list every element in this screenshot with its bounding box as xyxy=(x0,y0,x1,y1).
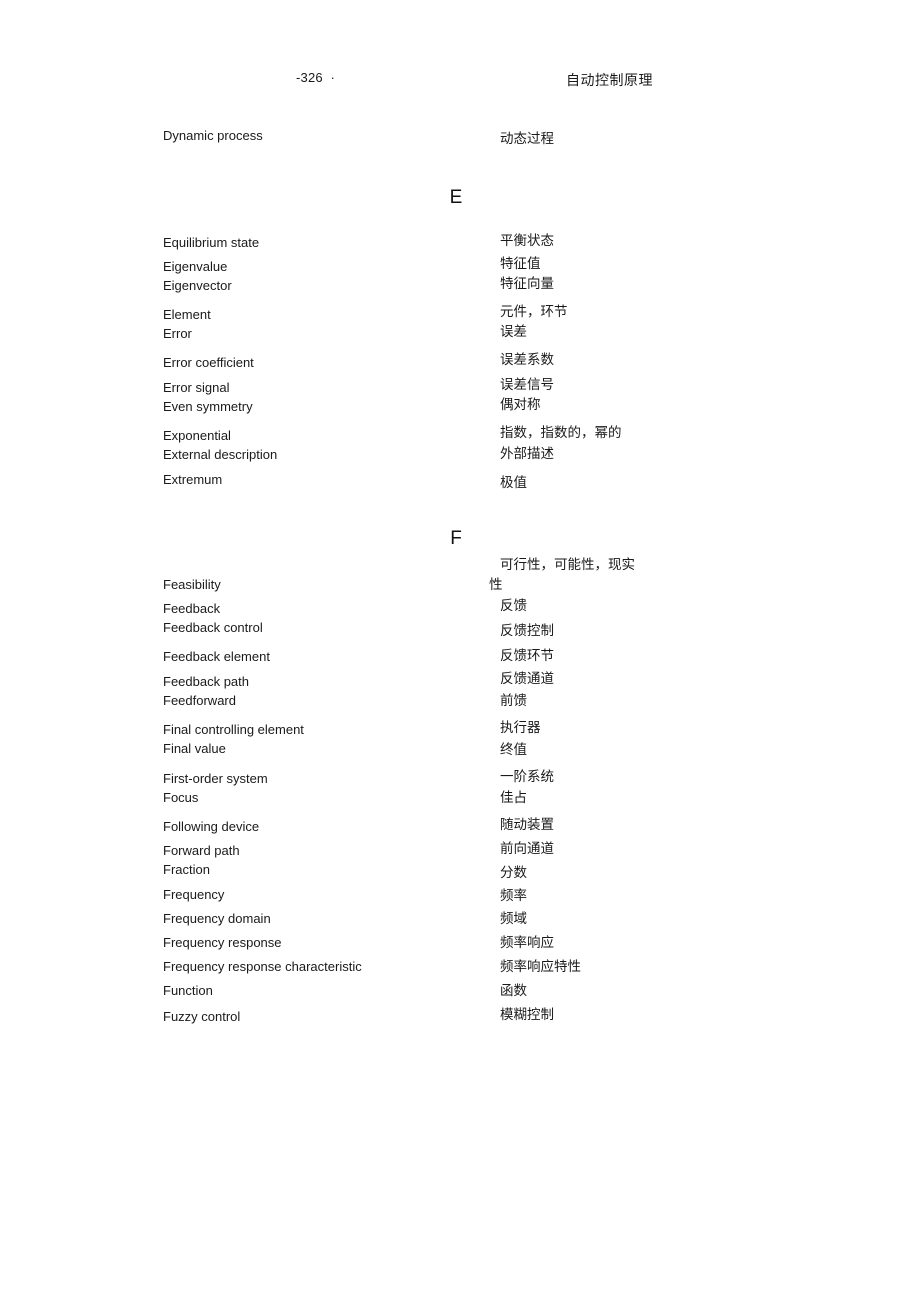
term-chinese-feedforward: 前馈 xyxy=(500,693,527,708)
term-chinese-extremum: 极值 xyxy=(500,475,527,490)
term-chinese-forward-path: 前向通道 xyxy=(500,841,554,856)
term-english-eigenvector: Eigenvector xyxy=(163,278,232,293)
term-chinese-error: 误差 xyxy=(500,324,527,339)
running-head-title: 自动控制原理 xyxy=(566,72,653,88)
term-english-following-device: Following device xyxy=(163,819,260,834)
term-chinese-function: 函数 xyxy=(500,983,527,998)
term-english-error-signal: Error signal xyxy=(163,380,230,395)
term-chinese-frequency-response-characteristic: 频率响应特性 xyxy=(500,959,581,974)
term-english-frequency-domain: Frequency domain xyxy=(163,911,271,926)
term-english-feedback-element: Feedback element xyxy=(163,649,270,664)
term-chinese-first-order-system: 一阶系统 xyxy=(500,769,554,784)
term-english-final-value: Final value xyxy=(163,741,226,756)
term-chinese-fuzzy-control: 模糊控制 xyxy=(500,1007,554,1022)
term-english-feedback: Feedback xyxy=(163,601,221,616)
term-english-final-controlling-element: Final controlling element xyxy=(163,722,304,737)
term-english-element: Element xyxy=(163,307,211,322)
term-chinese-feedback-path: 反馈通道 xyxy=(500,671,554,686)
section-letter-f: F xyxy=(450,528,462,549)
page-folio: -326 · xyxy=(296,70,335,85)
term-english-feedback-path: Feedback path xyxy=(163,674,250,689)
term-english-frequency-response: Frequency response xyxy=(163,935,282,950)
term-chinese-feedback-control: 反馈控制 xyxy=(500,623,554,638)
term-chinese-eigenvector: 特征向量 xyxy=(500,276,554,291)
term-chinese-final-value: 终值 xyxy=(500,742,527,757)
term-english-extremum: Extremum xyxy=(163,472,223,487)
term-chinese-exponential: 指数，指数的，幂的 xyxy=(500,425,622,440)
term-chinese-frequency: 频率 xyxy=(500,888,527,903)
term-chinese-feedback-element: 反馈环节 xyxy=(500,648,554,663)
term-chinese-feedback: 反馈 xyxy=(500,598,527,613)
term-english-forward-path: Forward path xyxy=(163,843,240,858)
term-chinese-even-symmetry: 偶对称 xyxy=(500,397,541,412)
term-english-eigenvalue: Eigenvalue xyxy=(163,259,228,274)
section-letter-e: E xyxy=(449,187,463,208)
term-chinese-frequency-response: 频率响应 xyxy=(500,935,554,950)
term-chinese-final-controlling-element: 执行器 xyxy=(500,720,541,735)
term-english-error-coefficient: Error coefficient xyxy=(163,355,254,370)
term-english-even-symmetry: Even symmetry xyxy=(163,399,253,414)
term-english-feasibility: Feasibility xyxy=(163,577,221,592)
glossary-page: -326 · 自动控制原理 Dynamic process 动态过程 E Equili… xyxy=(0,0,920,1304)
term-english-feedback-control: Feedback control xyxy=(163,620,263,635)
term-english-external-description: External description xyxy=(163,447,278,462)
term-english-error: Error xyxy=(163,326,192,341)
term-chinese-eigenvalue: 特征值 xyxy=(500,256,541,271)
term-english-fuzzy-control: Fuzzy control xyxy=(163,1009,241,1024)
term-chinese-feasibility: 可行性，可能性，现实 xyxy=(500,557,635,572)
term-english-dynamic-process: Dynamic process xyxy=(163,128,263,143)
term-chinese-focus: 佳占 xyxy=(500,790,527,805)
term-english-function: Function xyxy=(163,983,213,998)
term-chinese-external-description: 外部描述 xyxy=(500,446,554,461)
term-chinese-error-signal: 误差信号 xyxy=(500,377,554,392)
term-english-frequency: Frequency xyxy=(163,887,225,902)
term-chinese-dynamic-process: 动态过程 xyxy=(500,131,554,146)
term-english-exponential: Exponential xyxy=(163,428,231,443)
term-chinese-equilibrium-state: 平衡状态 xyxy=(500,233,554,248)
term-english-equilibrium-state: Equilibrium state xyxy=(163,235,260,250)
term-chinese-error-coefficient: 误差系数 xyxy=(500,352,554,367)
term-english-first-order-system: First-order system xyxy=(163,771,268,786)
term-english-focus: Focus xyxy=(163,790,199,805)
term-chinese-following-device: 随动装置 xyxy=(500,817,554,832)
term-english-fraction: Fraction xyxy=(163,862,210,877)
term-english-feedforward: Feedforward xyxy=(163,693,236,708)
term-english-frequency-response-characteristic: Frequency response characteristic xyxy=(163,959,362,974)
term-chinese-continuation-feasibility: 性 xyxy=(489,577,503,592)
term-chinese-frequency-domain: 频域 xyxy=(500,911,527,926)
term-chinese-fraction: 分数 xyxy=(500,865,527,880)
term-chinese-element: 元件，环节 xyxy=(500,304,568,319)
